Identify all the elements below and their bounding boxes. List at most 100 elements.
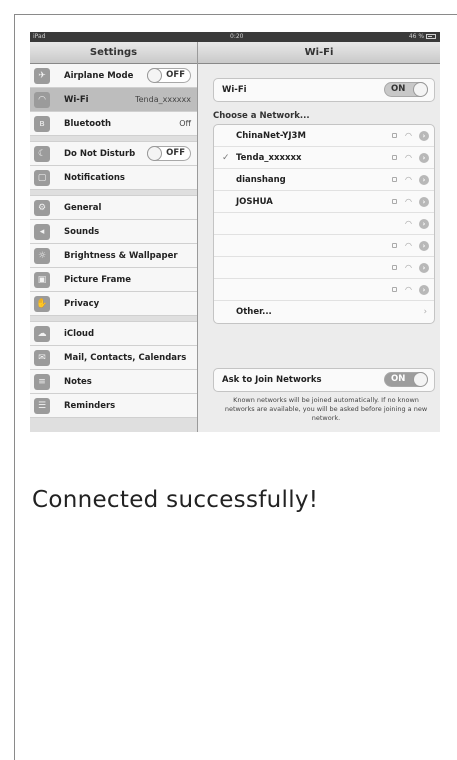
moon-icon: ☾ (34, 146, 50, 162)
device-label: iPad (33, 33, 46, 40)
wifi-signal-icon: ◠ (405, 219, 412, 228)
hand-icon: ✋ (34, 296, 50, 312)
lock-icon (392, 287, 397, 292)
network-name: JOSHUA (236, 197, 273, 207)
network-row[interactable]: ChinaNet-YJ3M ◠ › (214, 125, 434, 147)
toggle-label: ON (391, 84, 406, 94)
network-row[interactable]: ◠ › (214, 235, 434, 257)
lock-icon (392, 199, 397, 204)
sidebar-item-label: General (64, 203, 102, 213)
sidebar-item-general[interactable]: ⚙ General (30, 196, 197, 220)
network-name: dianshang (236, 175, 286, 185)
settings-sidebar: Settings ✈ Airplane Mode OFF ◠ Wi-Fi Ten… (30, 42, 198, 432)
clock: 0:20 (230, 33, 244, 40)
sidebar-item-label: Bluetooth (64, 119, 112, 129)
battery-icon (426, 34, 436, 39)
wifi-toggle[interactable]: ON (384, 82, 428, 97)
info-icon[interactable]: › (419, 131, 429, 141)
lock-icon (392, 155, 397, 160)
sidebar-item-label: Notifications (64, 173, 125, 183)
sidebar-item-picture-frame[interactable]: ▣ Picture Frame (30, 268, 197, 292)
wifi-signal-icon: ◠ (405, 131, 412, 140)
mail-icon: ✉ (34, 350, 50, 366)
sidebar-item-label: Privacy (64, 299, 100, 309)
sidebar-item-brightness-wallpaper[interactable]: ☼ Brightness & Wallpaper (30, 244, 197, 268)
status-bar: iPad 0:20 46 % (30, 32, 440, 42)
network-row[interactable]: ◠ › (214, 213, 434, 235)
bluetooth-value: Off (179, 119, 191, 128)
other-network-row[interactable]: Other... › (214, 301, 434, 323)
lock-icon (392, 265, 397, 270)
ipad-screen: iPad 0:20 46 % Settings ✈ Airplane Mode … (30, 32, 440, 432)
toggle-knob (413, 82, 428, 97)
wifi-label: Wi-Fi (222, 85, 247, 95)
sidebar-item-bluetooth[interactable]: ʙ Bluetooth Off (30, 112, 197, 136)
battery-indicator: 46 % (409, 32, 436, 42)
notes-icon: ≡ (34, 374, 50, 390)
network-row[interactable]: dianshang ◠ › (214, 169, 434, 191)
info-icon[interactable]: › (419, 197, 429, 207)
toggle-knob (147, 146, 162, 161)
sidebar-item-airplane-mode[interactable]: ✈ Airplane Mode OFF (30, 64, 197, 88)
sidebar-item-sounds[interactable]: ◂ Sounds (30, 220, 197, 244)
picture-frame-icon: ▣ (34, 272, 50, 288)
wifi-network-value: Tenda_xxxxxx (135, 95, 191, 104)
wifi-signal-icon: ◠ (405, 175, 412, 184)
chevron-right-icon: › (423, 307, 427, 317)
toggle-knob (413, 372, 428, 387)
sidebar-item-label: Airplane Mode (64, 71, 134, 81)
sidebar-item-privacy[interactable]: ✋ Privacy (30, 292, 197, 316)
sidebar-item-mail-contacts-calendars[interactable]: ✉ Mail, Contacts, Calendars (30, 346, 197, 370)
info-icon[interactable]: › (419, 175, 429, 185)
toggle-label: ON (391, 374, 406, 384)
info-icon[interactable]: › (419, 153, 429, 163)
wifi-signal-icon: ◠ (405, 153, 412, 162)
wifi-signal-icon: ◠ (405, 197, 412, 206)
network-row[interactable]: JOSHUA ◠ › (214, 191, 434, 213)
info-icon[interactable]: › (419, 285, 429, 295)
toggle-knob (147, 68, 162, 83)
network-row-connected[interactable]: ✓ Tenda_xxxxxx ◠ › (214, 147, 434, 169)
ask-to-join-toggle[interactable]: ON (384, 372, 428, 387)
network-name: Tenda_xxxxxx (236, 153, 302, 163)
sidebar-item-label: Reminders (64, 401, 116, 411)
ask-to-join-row: Ask to Join Networks ON (214, 369, 434, 391)
ask-to-join-label: Ask to Join Networks (222, 375, 322, 385)
cloud-icon: ☁ (34, 326, 50, 342)
wifi-toggle-group: Wi-Fi ON (213, 78, 435, 102)
brightness-icon: ☼ (34, 248, 50, 264)
airplane-mode-toggle[interactable]: OFF (147, 68, 191, 83)
info-icon[interactable]: › (419, 263, 429, 273)
notifications-icon: ▢ (34, 170, 50, 186)
success-caption: Connected successfully! (32, 487, 319, 513)
sidebar-item-do-not-disturb[interactable]: ☾ Do Not Disturb OFF (30, 142, 197, 166)
wifi-signal-icon: ◠ (405, 263, 412, 272)
sidebar-item-icloud[interactable]: ☁ iCloud (30, 322, 197, 346)
do-not-disturb-toggle[interactable]: OFF (147, 146, 191, 161)
sidebar-item-notifications[interactable]: ▢ Notifications (30, 166, 197, 190)
speaker-icon: ◂ (34, 224, 50, 240)
checkmark-icon: ✓ (222, 153, 230, 163)
info-icon[interactable]: › (419, 241, 429, 251)
lock-icon (392, 243, 397, 248)
wifi-signal-icon: ◠ (405, 285, 412, 294)
sidebar-item-wifi[interactable]: ◠ Wi-Fi Tenda_xxxxxx (30, 88, 197, 112)
wifi-panel-title: Wi-Fi (198, 42, 440, 64)
choose-network-heading: Choose a Network... (213, 111, 310, 121)
network-list: ChinaNet-YJ3M ◠ › ✓ Tenda_xxxxxx ◠ › dia… (213, 124, 435, 324)
sidebar-item-notes[interactable]: ≡ Notes (30, 370, 197, 394)
wifi-detail-panel: Wi-Fi Wi-Fi ON Choose a Network... China… (198, 42, 440, 432)
reminders-icon: ☰ (34, 398, 50, 414)
info-icon[interactable]: › (419, 219, 429, 229)
network-row[interactable]: ◠ › (214, 257, 434, 279)
sidebar-item-label: Wi-Fi (64, 95, 89, 105)
wifi-toggle-row: Wi-Fi ON (214, 79, 434, 101)
gear-icon: ⚙ (34, 200, 50, 216)
sidebar-item-label: Sounds (64, 227, 100, 237)
sidebar-item-reminders[interactable]: ☰ Reminders (30, 394, 197, 418)
lock-icon (392, 177, 397, 182)
toggle-label: OFF (166, 70, 185, 80)
network-name: ChinaNet-YJ3M (236, 131, 306, 141)
other-network-label: Other... (236, 307, 272, 317)
network-row[interactable]: ◠ › (214, 279, 434, 301)
